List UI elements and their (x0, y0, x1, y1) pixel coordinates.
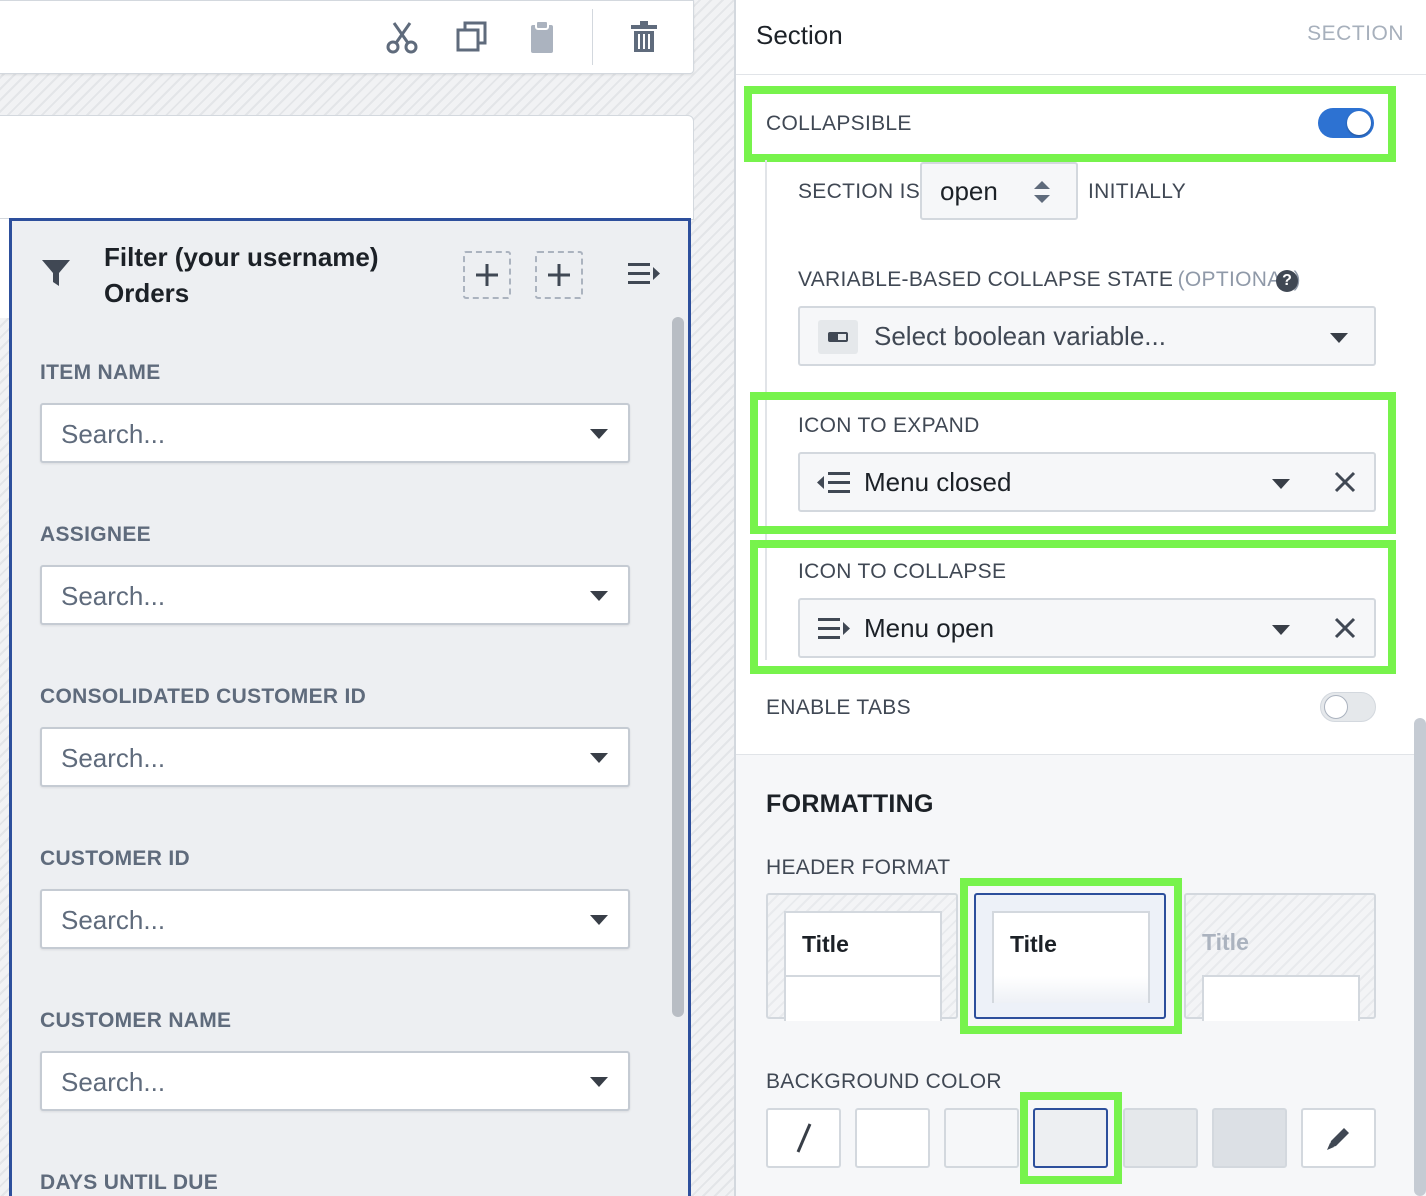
swatch-none[interactable] (766, 1108, 841, 1168)
widget-toolbar (0, 0, 694, 74)
filter-icon (40, 257, 72, 294)
filter-title: Filter (your username) Orders (104, 242, 379, 308)
properties-panel: Section SECTION COLLAPSIBLE SECTION IS o… (734, 0, 1426, 1196)
customer-id-placeholder: Search... (61, 905, 166, 935)
customer-name-placeholder: Search... (61, 1067, 166, 1097)
filter-scrollbar-thumb[interactable] (672, 317, 684, 1017)
swatch-gray[interactable] (1123, 1108, 1198, 1168)
header-format-option-3[interactable]: Title (1184, 893, 1376, 1021)
menu-open-icon (816, 616, 852, 647)
pencil-icon (1326, 1128, 1349, 1150)
chevron-down-icon (590, 753, 608, 763)
toolbar-divider (592, 9, 593, 65)
clear-icon-collapse-button[interactable] (1316, 598, 1376, 658)
chevron-down-icon (590, 429, 608, 439)
initially-label: INITIALLY (1088, 180, 1187, 203)
variable-state-label: VARIABLE-BASED COLLAPSE STATE (798, 268, 1174, 291)
consolidated-customer-id-select[interactable]: Search... (40, 727, 630, 787)
icon-expand-select[interactable]: Menu closed (798, 452, 1318, 512)
help-icon[interactable]: ? (1276, 270, 1298, 292)
chevron-down-icon (1272, 625, 1290, 635)
swatch-dark-gray[interactable] (1212, 1108, 1287, 1168)
icon-collapse-label: ICON TO COLLAPSE (798, 560, 1007, 583)
icon-expand-label: ICON TO EXPAND (798, 414, 980, 437)
header-format-title: Title (1010, 931, 1057, 957)
swatch-white[interactable] (855, 1108, 930, 1168)
header-divider (736, 74, 1426, 75)
chevron-down-icon (590, 591, 608, 601)
icon-collapse-value: Menu open (864, 613, 995, 643)
swatch-selected-gray[interactable] (1033, 1108, 1108, 1168)
header-format-label: HEADER FORMAT (766, 856, 951, 879)
duplicate-icon[interactable] (450, 15, 494, 59)
cut-icon[interactable] (380, 15, 424, 59)
header-format-title: Title (1202, 929, 1249, 955)
background-color-label: BACKGROUND COLOR (766, 1070, 1002, 1093)
icon-expand-value: Menu closed (864, 467, 1012, 497)
variable-type-icon (818, 320, 858, 354)
field-label-days-until-due: DAYS UNTIL DUE (40, 1171, 219, 1194)
trash-icon[interactable] (622, 15, 666, 59)
field-label-item-name: ITEM NAME (40, 361, 161, 384)
paste-icon[interactable] (520, 15, 564, 59)
chevron-down-icon (1330, 333, 1348, 343)
panel-scrollbar[interactable] (1414, 718, 1426, 1196)
filter-widget[interactable]: Filter (your username) Orders ITEM NAME … (9, 218, 691, 1196)
close-icon (1334, 471, 1356, 493)
custom-color-button[interactable] (1301, 1108, 1376, 1168)
panel-type-label: SECTION (1307, 22, 1404, 45)
field-label-customer-name: CUSTOMER NAME (40, 1009, 232, 1032)
double-caret-icon (1032, 178, 1052, 211)
close-icon (1334, 617, 1356, 639)
collapsible-label: COLLAPSIBLE (766, 112, 912, 135)
boolean-variable-placeholder: Select boolean variable... (874, 321, 1166, 351)
enable-tabs-toggle[interactable] (1320, 692, 1376, 722)
adjacent-widget-edge (0, 218, 9, 318)
header-format-option-1[interactable]: Title (766, 893, 958, 1021)
no-color-icon (796, 1123, 811, 1153)
initial-state-select[interactable]: open (920, 162, 1078, 220)
boolean-variable-select[interactable]: Select boolean variable... (798, 306, 1376, 366)
customer-id-select[interactable]: Search... (40, 889, 630, 949)
add-left-button[interactable] (463, 251, 511, 299)
assignee-placeholder: Search... (61, 581, 166, 611)
field-label-customer-id: CUSTOMER ID (40, 847, 190, 870)
variable-state-label-group: VARIABLE-BASED COLLAPSE STATE (OPTIONAL)… (798, 268, 1301, 292)
item-name-select[interactable]: Search... (40, 403, 630, 463)
formatting-heading: FORMATTING (766, 790, 934, 818)
collapsible-toggle[interactable] (1318, 108, 1374, 138)
consolidated-customer-id-placeholder: Search... (61, 743, 166, 773)
chevron-down-icon (590, 1077, 608, 1087)
assignee-select[interactable]: Search... (40, 565, 630, 625)
chevron-down-icon (1272, 479, 1290, 489)
canvas-area: Filter (your username) Orders ITEM NAME … (0, 0, 734, 1196)
header-format-option-2[interactable]: Title (974, 893, 1166, 1019)
clear-icon-expand-button[interactable] (1316, 452, 1376, 512)
item-name-placeholder: Search... (61, 419, 166, 449)
empty-widget[interactable] (0, 115, 694, 220)
initial-state-value: open (940, 176, 998, 206)
icon-collapse-select[interactable]: Menu open (798, 598, 1318, 658)
swatch-light-gray[interactable] (944, 1108, 1019, 1168)
panel-title: Section (756, 20, 843, 50)
chevron-down-icon (590, 915, 608, 925)
section-is-label: SECTION IS (798, 180, 921, 203)
menu-closed-icon (816, 470, 852, 501)
customer-name-select[interactable]: Search... (40, 1051, 630, 1111)
header-format-title: Title (802, 931, 849, 957)
add-right-button[interactable] (535, 251, 583, 299)
enable-tabs-label: ENABLE TABS (766, 696, 911, 719)
menu-open-icon[interactable] (626, 259, 662, 294)
field-label-assignee: ASSIGNEE (40, 523, 151, 546)
field-label-consolidated-customer-id: CONSOLIDATED CUSTOMER ID (40, 685, 367, 708)
